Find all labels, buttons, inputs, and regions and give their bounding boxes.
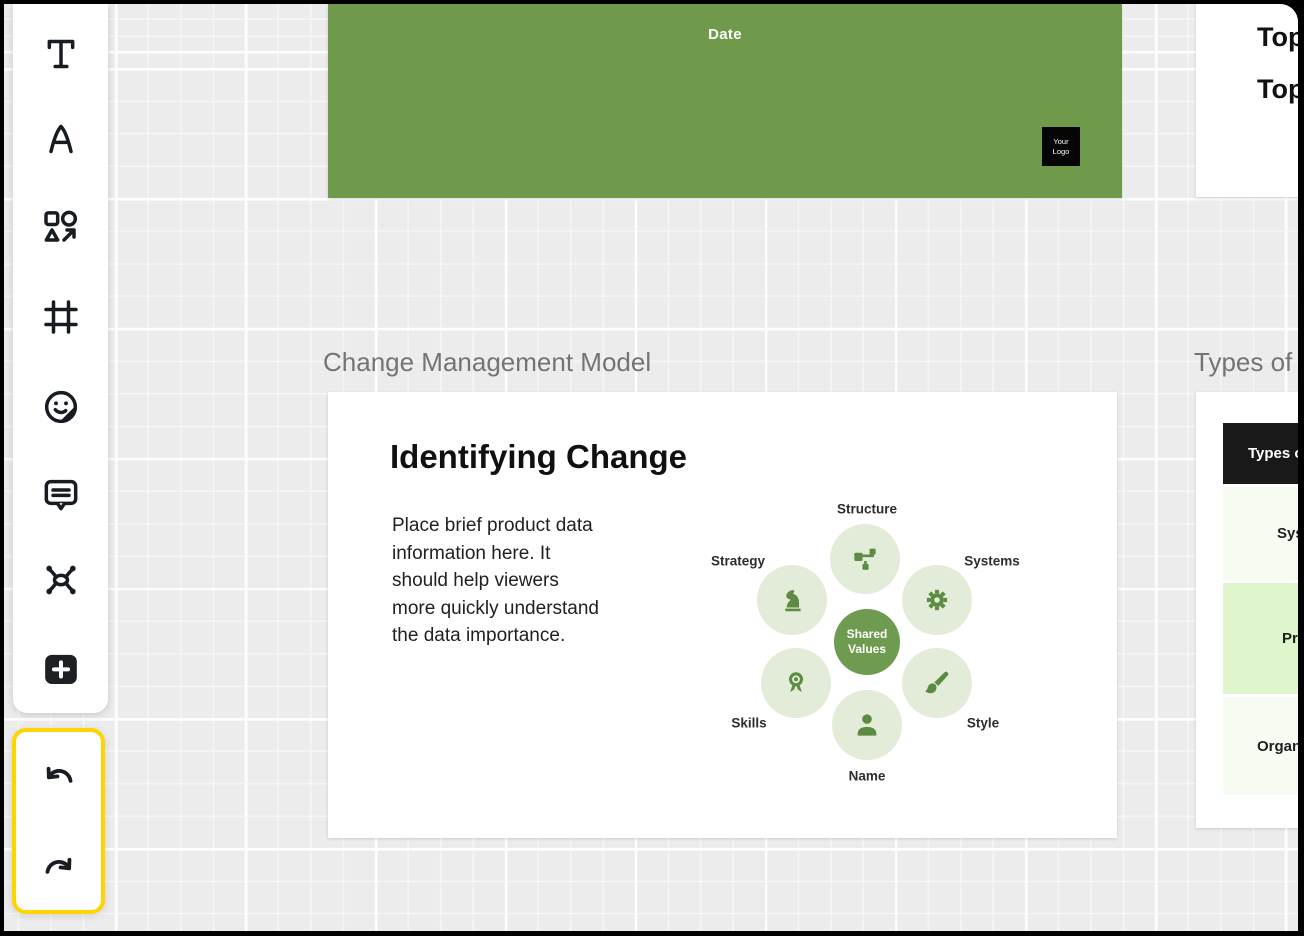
connector-tool[interactable] — [39, 558, 83, 602]
change-slide[interactable]: Identifying Change Place brief product d… — [328, 392, 1117, 838]
gear-icon — [926, 589, 948, 611]
topics-card[interactable]: Top Top — [1196, 4, 1298, 197]
types-table-header: Types of — [1223, 423, 1298, 487]
diagram-label-structure: Structure — [836, 501, 898, 517]
frame-label-change-management[interactable]: Change Management Model — [323, 347, 651, 378]
comment-icon — [44, 479, 77, 511]
table-row-label: Sys — [1277, 525, 1298, 542]
types-table-header-label: Types of — [1248, 445, 1298, 462]
frame-icon — [43, 300, 78, 334]
redo-icon — [45, 857, 71, 874]
table-row-label: Organ — [1257, 737, 1298, 755]
date-slide-title: Date — [708, 26, 742, 43]
frame-label-types-of[interactable]: Types of — [1194, 347, 1292, 378]
types-slide[interactable]: Types of Sys Pr Organ — [1196, 392, 1298, 828]
undo-button[interactable] — [37, 759, 81, 803]
diagram-label-systems: Systems — [964, 553, 1020, 569]
table-row-label: Pr — [1282, 630, 1298, 647]
letter-a-icon — [48, 124, 73, 154]
history-panel — [12, 728, 105, 914]
text-tool[interactable] — [39, 32, 83, 76]
slide-heading: Identifying Change — [390, 438, 687, 475]
shapes-icon — [43, 210, 77, 242]
sitemap-icon — [854, 548, 876, 570]
diagram-label-skills: Skills — [731, 715, 767, 731]
award-icon — [789, 672, 803, 693]
add-tool[interactable] — [39, 647, 83, 691]
diagram-circle-structure[interactable] — [830, 524, 900, 594]
diagram-circle-systems[interactable] — [902, 565, 972, 635]
paintbrush-icon — [925, 671, 949, 694]
diagram-label-style: Style — [966, 715, 1000, 731]
canvas[interactable]: Date Your Logo Top Top Change Management… — [4, 4, 1298, 931]
diagram-circle-skills[interactable] — [761, 648, 831, 718]
date-slide[interactable]: Date Your Logo — [328, 4, 1122, 198]
table-row: Organ — [1223, 697, 1298, 795]
diagram-circle-name[interactable] — [832, 690, 902, 760]
topics-line: Top — [1257, 74, 1298, 104]
diagram-circle-style[interactable] — [902, 648, 972, 718]
font-tool[interactable] — [39, 117, 83, 161]
person-icon — [857, 714, 877, 736]
shapes-tool[interactable] — [39, 205, 83, 249]
logo-placeholder[interactable]: Your Logo — [1042, 127, 1080, 166]
sticker-icon — [44, 390, 77, 424]
comment-tool[interactable] — [39, 473, 83, 517]
app-window: Date Your Logo Top Top Change Management… — [0, 0, 1304, 936]
diagram-center-circle[interactable]: Shared Values — [834, 609, 900, 675]
diagram-circle-strategy[interactable] — [757, 565, 827, 635]
toolbar — [13, 4, 108, 713]
redo-button[interactable] — [37, 850, 81, 894]
types-table: Types of Sys Pr Organ — [1223, 423, 1298, 795]
frame-tool[interactable] — [39, 295, 83, 339]
slide-body-text: Place brief product data information her… — [392, 515, 599, 646]
table-row: Pr — [1223, 583, 1298, 697]
undo-icon — [46, 766, 72, 783]
table-row: Sys — [1223, 487, 1298, 583]
sticker-tool[interactable] — [39, 385, 83, 429]
knight-icon — [785, 590, 801, 612]
diagram-label-strategy: Strategy — [710, 553, 766, 569]
text-icon — [47, 39, 74, 69]
diagram-label-name: Name — [848, 768, 886, 784]
connector-icon — [45, 565, 76, 595]
plus-icon — [44, 654, 77, 684]
topics-line: Top — [1257, 22, 1298, 52]
